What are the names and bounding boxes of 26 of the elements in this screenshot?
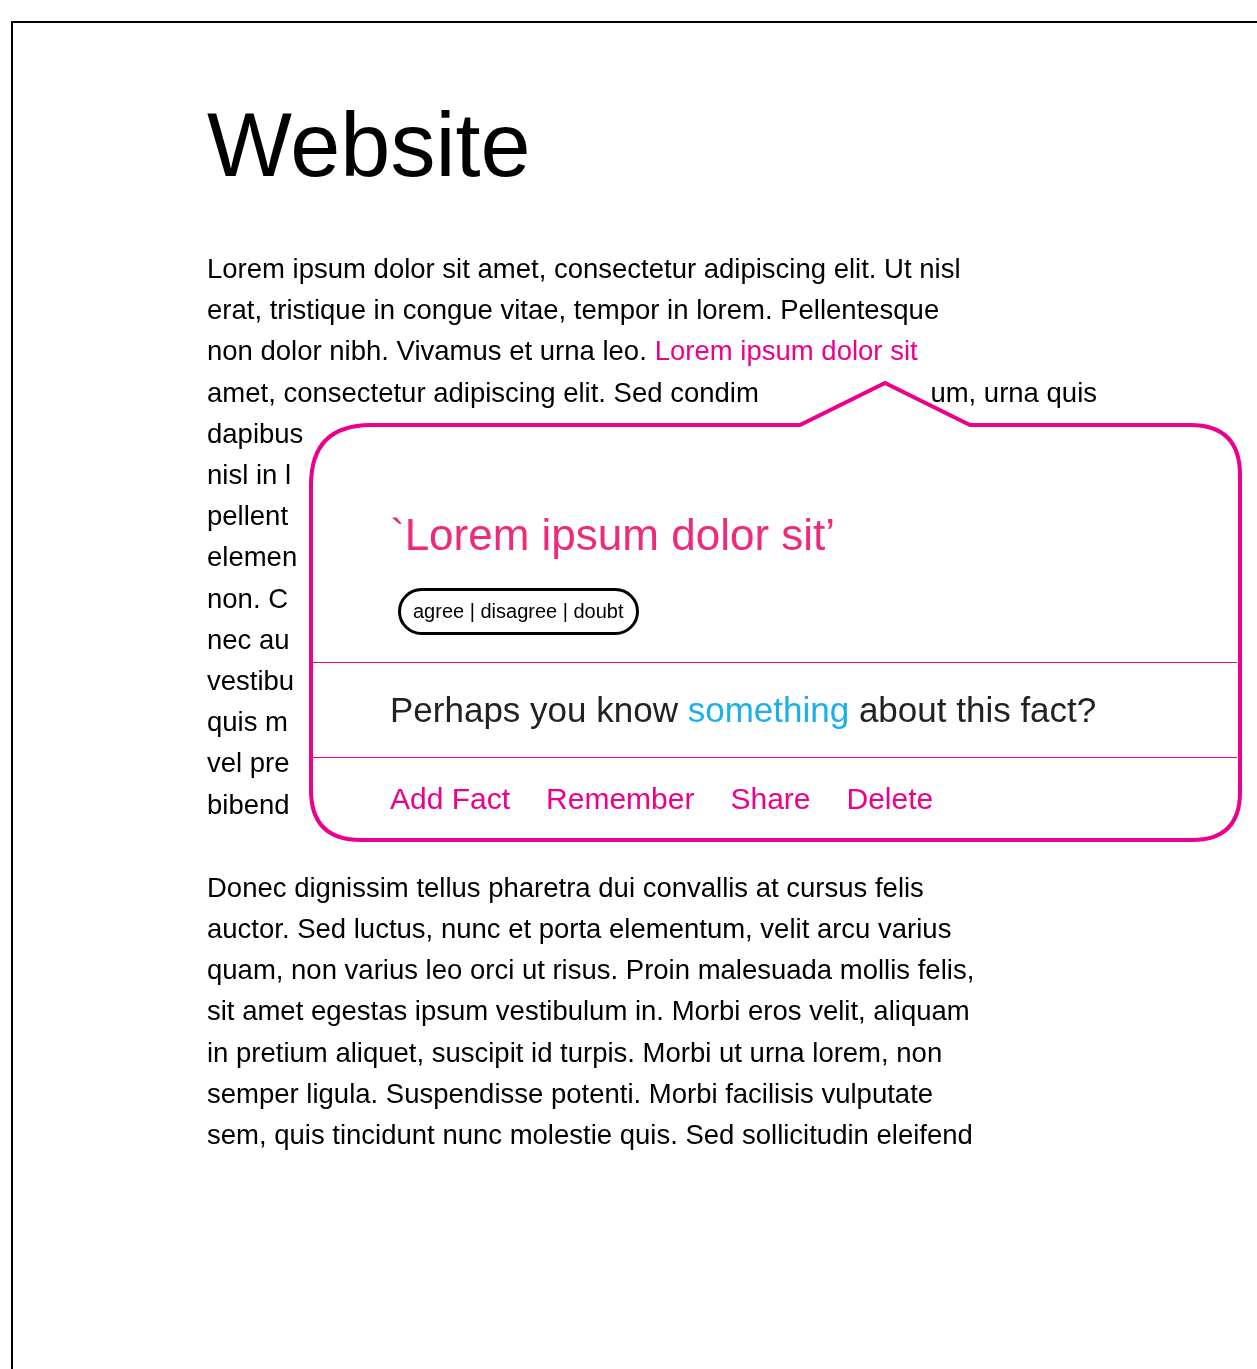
action-link[interactable]: Share bbox=[730, 782, 811, 816]
body-text-line: vestibu bbox=[207, 664, 295, 699]
opinion-toggle[interactable]: agree | disagree | doubt bbox=[398, 588, 639, 635]
body-text-line: bibend bbox=[207, 787, 290, 822]
body-text-line: nisl in l bbox=[207, 458, 292, 492]
body-text-line: quis m bbox=[207, 705, 288, 740]
body-text-line: elemen bbox=[207, 540, 298, 575]
body-text-line: um, urna quis bbox=[930, 375, 1097, 410]
body-text-line: erat, tristique in congue vitae, tempor in lorem. Pellentesque bbox=[207, 293, 940, 328]
body-text-line: pellent bbox=[207, 499, 289, 534]
page-title: Website bbox=[207, 100, 531, 190]
action-link[interactable]: Add Fact bbox=[390, 782, 511, 816]
highlighted-phrase[interactable]: Lorem ipsum dolor sit bbox=[654, 330, 918, 372]
body-text-line: Lorem ipsum dolor sit amet, consectetur adipiscing elit. Ut nisl bbox=[207, 252, 961, 286]
body-text-line: amet, consectetur adipiscing elit. Sed condim bbox=[207, 375, 759, 410]
body-paragraph: Donec dignissim tellus pharetra dui convallis at cursus felis auctor. Sed luctus, nunc et porta elementum, velit arcu varius quam, non varius leo orci ut risus. Proin malesuada mollis felis, sit amet egestas ipsum vestibulum in. Morbi eros velit, aliquam in pretium aliquet, suscipit id turpis. Morbi ut urna lorem, non semper ligula. Suspendisse potenti. Morbi facilisis vulputate sem, quis tincidunt nunc molestie quis. Sed sollicitudin eleifend bbox=[207, 870, 975, 1153]
body-text-line: vel pre bbox=[207, 746, 290, 781]
body-text-line: nec au bbox=[207, 622, 290, 657]
question-text: Perhaps you know something about this fact? bbox=[390, 689, 1097, 731]
quote-heading: `Lorem ipsum dolor sit’ bbox=[390, 509, 836, 561]
body-text-line: non dolor nibh. Vivamus et urna leo. bbox=[207, 334, 647, 369]
action-link[interactable]: Delete bbox=[846, 782, 934, 816]
body-text-line: non. C bbox=[207, 581, 289, 616]
body-text-line: dapibus bbox=[207, 416, 304, 451]
action-link[interactable]: Remember bbox=[546, 782, 695, 816]
something-link[interactable]: something bbox=[687, 690, 850, 729]
